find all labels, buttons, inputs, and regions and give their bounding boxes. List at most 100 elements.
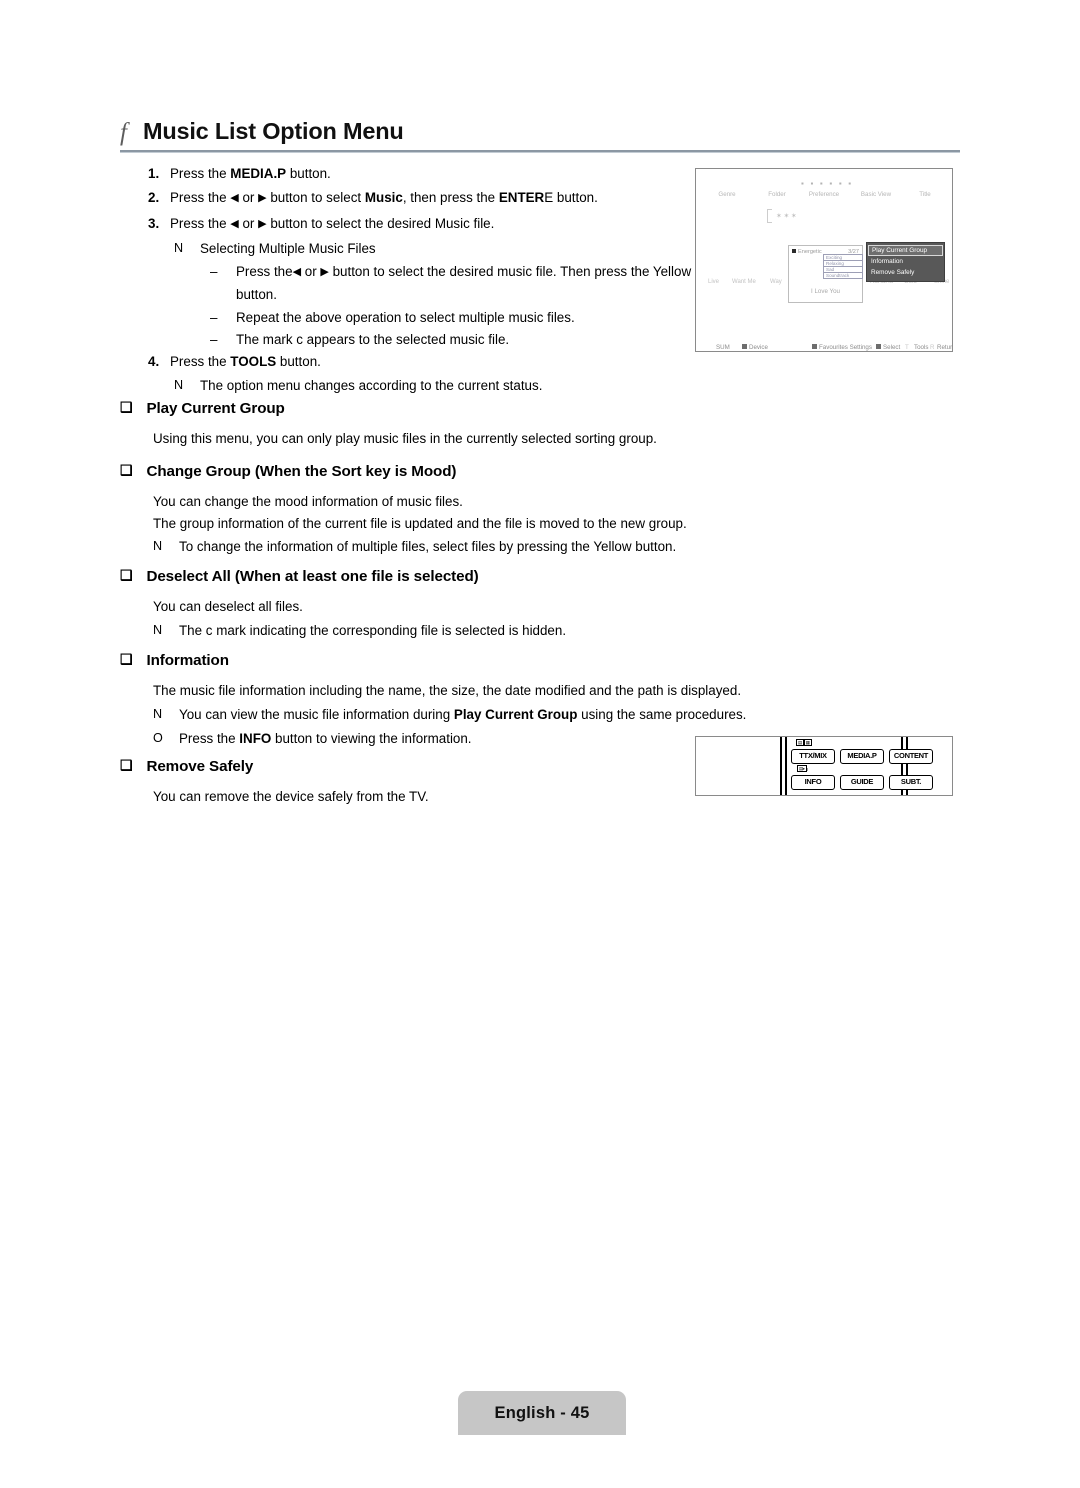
tv-status-device-wrap: Device: [742, 344, 768, 351]
page-footer: English - 45: [458, 1391, 626, 1435]
remote-button-subt[interactable]: SUBT.: [889, 775, 933, 790]
remote-button-guide[interactable]: GUIDE: [840, 775, 884, 790]
tv-group-label: Energetic: [798, 249, 822, 255]
note-marker-icon: N: [153, 622, 163, 637]
title-marker-icon: f: [120, 119, 127, 146]
tv-popup-item-remove-safely[interactable]: Remove Safely: [867, 267, 944, 278]
note-text: Press the INFO button to viewing the inf…: [179, 728, 770, 750]
step-number: 1.: [148, 166, 160, 181]
paragraph: The music file information including the…: [153, 680, 770, 702]
text-run: Press the: [236, 263, 293, 279]
content-section: ❑ Change Group (When the Sort key is Mood…: [120, 463, 770, 558]
paragraph: You can remove the device safely from th…: [153, 786, 770, 808]
section-body: You can deselect all files. N The c mark i…: [153, 596, 770, 641]
direction-arrow-icon: ▶: [320, 265, 329, 278]
tv-dots: ▪ ▪ ▪ ▪ ▪ ▪: [801, 179, 854, 188]
text-run: You can view the music file information …: [179, 706, 454, 722]
note-text: To change the information of multiple fi…: [179, 536, 770, 558]
text-run: button to viewing the information.: [271, 730, 472, 746]
text-run: button to select: [266, 189, 365, 205]
instruction-step: 3. Press the ◀ or ▶ button to select the …: [148, 213, 693, 237]
note-text: Selecting Multiple Music Files: [200, 241, 376, 257]
instruction-step: 1. Press the MEDIA.P button.: [148, 163, 693, 185]
tv-menu-preference[interactable]: Preference: [796, 191, 852, 198]
note-marker-icon: N: [153, 706, 163, 721]
text-run: button to select the desired Music file.: [266, 215, 495, 231]
tv-status-select-wrap: Select: [876, 344, 900, 351]
note-text: The option menu changes according to the…: [200, 377, 543, 393]
text-run: You can change the mood information of m…: [153, 494, 463, 509]
section-body: You can change the mood information of m…: [153, 491, 770, 558]
section-bullet-icon: ❑: [120, 757, 133, 773]
emphasis-text: ENTER: [498, 189, 545, 205]
tv-popup-item-play-current-group[interactable]: Play Current Group: [868, 245, 943, 256]
note-line: N You can view the music file information…: [153, 704, 770, 726]
tv-menu-basic-view[interactable]: Basic View: [852, 191, 900, 198]
text-run: button.: [286, 166, 331, 181]
tv-bracket-icon: [767, 209, 772, 223]
paragraph: Using this menu, you can only play music…: [153, 428, 770, 450]
remote-button-info[interactable]: INFO: [791, 775, 835, 790]
text-run: Press the: [170, 189, 231, 205]
remote-divider: [780, 737, 782, 795]
section-bullet-icon: ❑: [120, 567, 133, 583]
tv-sub-list: Exciting Relaxing Sad Soundtrack: [823, 254, 863, 279]
remote-button-mediap[interactable]: MEDIA.P: [840, 749, 884, 764]
page-title: Music List Option Menu: [142, 118, 404, 144]
tv-square-icon: [792, 249, 796, 253]
section-heading-text: Play Current Group: [146, 400, 285, 417]
section-body: Using this menu, you can only play music…: [153, 428, 770, 450]
section-bullet-icon: ❑: [120, 462, 133, 478]
text-run: The group information of the current fil…: [153, 515, 687, 531]
paragraph: The group information of the current fil…: [153, 513, 770, 535]
text-run: You can remove the device safely from th…: [153, 789, 429, 804]
direction-arrow-icon: ◀: [230, 191, 239, 204]
text-run: or: [301, 263, 321, 279]
dash-marker-icon: –: [210, 263, 218, 279]
step-number: 4.: [148, 353, 160, 369]
title-rule-thin: [120, 152, 960, 153]
page-title-block: f Music List Option Menu: [120, 118, 960, 153]
document-page: f Music List Option Menu 1. Press the MED…: [0, 0, 1080, 1488]
tv-menu-title[interactable]: Title: [900, 191, 950, 198]
tv-status-square-icon: [876, 344, 881, 349]
section-heading: ❑ Deselect All (When at least one file is…: [120, 568, 770, 585]
tv-menu-genre[interactable]: Genre: [696, 191, 758, 198]
note-line: N To change the information of multiple f…: [153, 536, 770, 558]
remote-divider: [785, 737, 787, 795]
remote-button-ttxmix[interactable]: TTX/MIX: [791, 749, 835, 764]
text-run: or: [238, 215, 259, 231]
text-run: Press the: [179, 730, 240, 746]
emphasis-text: TOOLS: [230, 353, 277, 369]
tv-sub-list-item[interactable]: Soundtrack: [823, 272, 863, 279]
instruction-steps: 1. Press the MEDIA.P button. 2. Press the ◀…: [148, 163, 693, 396]
step-number: 3.: [148, 215, 160, 231]
direction-arrow-icon: ▶: [258, 191, 267, 204]
text-run: The c mark indicating the corresponding …: [179, 622, 567, 638]
tv-status-tools-key: T: [905, 344, 909, 351]
sub-bullet-line: – Press the◀ or ▶ button to select the de…: [210, 261, 693, 306]
tv-status-tools: Tools: [914, 344, 929, 351]
step-text: Press the MEDIA.P button.: [170, 163, 693, 185]
note-line: N Selecting Multiple Music Files: [174, 238, 693, 260]
tv-bg-title-0: Live: [708, 279, 720, 285]
dash-marker-icon: –: [210, 332, 218, 348]
section-body: The music file information including the…: [153, 680, 770, 749]
tv-menu-folder[interactable]: Folder: [758, 191, 796, 198]
step-text: Press the ◀ or ▶ button to select Music,…: [170, 187, 693, 211]
teletext-icon: ▤ ▦: [796, 739, 812, 746]
paragraph: You can deselect all files.: [153, 596, 770, 618]
tv-popup-item-information[interactable]: Information: [867, 256, 944, 267]
text-run: Press the: [170, 353, 231, 369]
paragraph: You can change the mood information of m…: [153, 491, 770, 513]
tv-group-label-wrap: Energetic: [792, 249, 822, 255]
section-heading-text: Remove Safely: [146, 758, 254, 775]
section-heading-text: Change Group (When the Sort key is Mood): [146, 463, 457, 480]
direction-arrow-icon: ◀: [230, 217, 239, 230]
section-body: You can remove the device safely from th…: [153, 786, 770, 808]
tv-bg-title-1: Want Me: [732, 279, 756, 285]
remote-button-content[interactable]: CONTENT: [889, 749, 933, 764]
tv-top-menu: Genre Folder Preference Basic View Title: [696, 191, 952, 198]
tv-current-track: I Love You: [811, 288, 840, 295]
note-line: O Press the INFO button to viewing the in…: [153, 728, 770, 750]
